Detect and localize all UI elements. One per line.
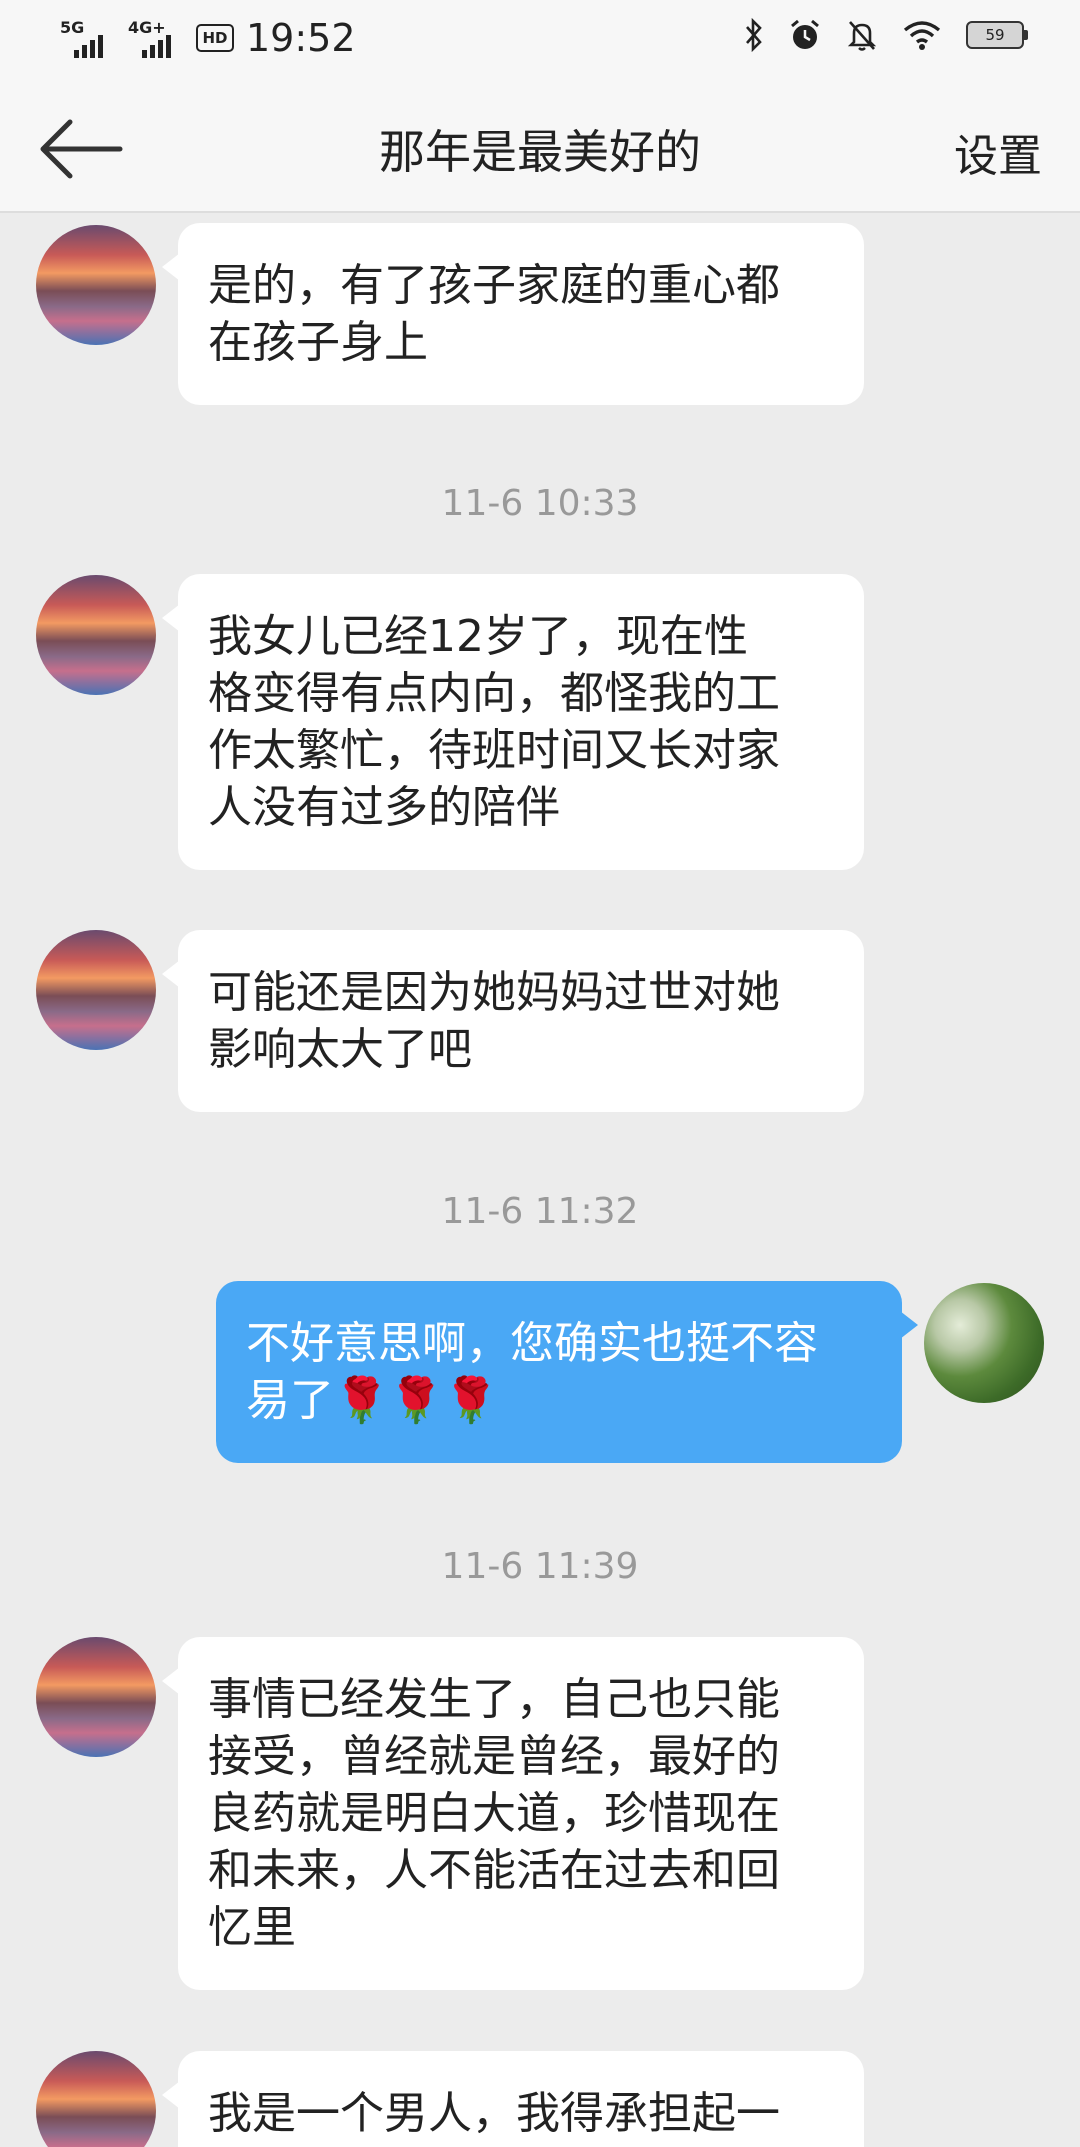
back-arrow-icon	[40, 119, 123, 179]
status-bar: 5G 4G+ HD 19:52 59	[0, 0, 1080, 84]
hd-label: HD	[202, 29, 228, 47]
contact-avatar[interactable]	[36, 1637, 156, 1757]
wifi-icon	[903, 21, 941, 50]
chat-area[interactable]: 是的，有了孩子家庭的重心都 在孩子身上 11-6 10:33 我女儿已经12岁了…	[0, 213, 1080, 2147]
contact-avatar[interactable]	[36, 930, 156, 1050]
signal-icon-5g: 5G	[60, 18, 116, 58]
contact-avatar[interactable]	[36, 2051, 156, 2147]
message-timestamp: 11-6 11:39	[441, 1546, 639, 1587]
bluetooth-icon	[746, 18, 762, 52]
status-time: 19:52	[246, 16, 356, 60]
message-bubble-incoming[interactable]: 可能还是因为她妈妈过世对她 影响太大了吧	[162, 930, 864, 1112]
alarm-icon	[791, 19, 819, 49]
status-left: 5G 4G+ HD 19:52	[60, 16, 356, 60]
settings-button[interactable]: 设置	[954, 120, 1042, 184]
message-bubble-outgoing[interactable]: 不好意思啊，您确实也挺不容 易了🌹🌹🌹	[216, 1281, 918, 1463]
message-bubble-incoming[interactable]: 是的，有了孩子家庭的重心都 在孩子身上	[162, 223, 864, 405]
contact-avatar[interactable]	[36, 575, 156, 695]
message-bubble-incoming[interactable]: 事情已经发生了，自己也只能 接受，曾经就是曾经，最好的 良药就是明白大道，珍惜现…	[162, 1637, 864, 1990]
chat-title: 那年是最美好的	[379, 125, 701, 179]
mute-bell-icon	[847, 21, 877, 51]
message-timestamp: 11-6 11:32	[441, 1191, 639, 1232]
hd-icon: HD	[196, 24, 234, 52]
signal-icon-4g: 4G+	[128, 18, 184, 58]
nav-bar: 那年是最美好的 设置	[0, 84, 1080, 213]
my-avatar[interactable]	[924, 1283, 1044, 1403]
battery-level: 59	[985, 26, 1005, 44]
status-right: 59	[744, 18, 1028, 52]
back-button[interactable]	[36, 114, 126, 184]
battery-icon: 59	[966, 21, 1028, 49]
contact-avatar[interactable]	[36, 225, 156, 345]
message-bubble-incoming[interactable]: 我是一个男人，我得承担起一	[162, 2051, 864, 2147]
message-bubble-incoming[interactable]: 我女儿已经12岁了，现在性 格变得有点内向，都怪我的工 作太繁忙，待班时间又长对…	[162, 574, 864, 870]
message-timestamp: 11-6 10:33	[441, 483, 639, 524]
